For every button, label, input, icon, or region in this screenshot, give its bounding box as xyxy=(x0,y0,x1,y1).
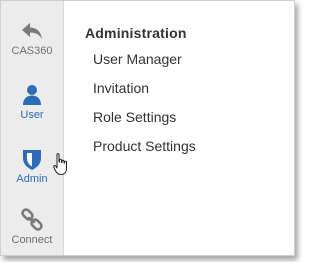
menu-item-invitation[interactable]: Invitation xyxy=(85,79,285,108)
sidebar-item-user[interactable]: User xyxy=(1,83,63,121)
menu-item-user-manager[interactable]: User Manager xyxy=(85,50,285,79)
hand-pointer-icon xyxy=(53,152,69,176)
admin-menu: Administration User Manager Invitation R… xyxy=(85,25,285,166)
sidebar-item-label: User xyxy=(20,109,44,121)
shield-icon xyxy=(20,147,44,171)
sidebar: CAS360 User Admin Connect xyxy=(1,1,64,255)
page-title: Administration xyxy=(85,25,187,41)
user-icon xyxy=(20,83,44,107)
back-arrow-icon xyxy=(20,19,44,43)
sidebar-item-connect[interactable]: Connect xyxy=(1,208,63,246)
menu-item-product-settings[interactable]: Product Settings xyxy=(85,137,285,166)
link-icon xyxy=(20,208,44,232)
sidebar-item-label: Connect xyxy=(11,234,53,246)
admin-menu-panel: CAS360 User Admin Connect Administration… xyxy=(0,0,295,256)
sidebar-item-cas360[interactable]: CAS360 xyxy=(1,19,63,57)
sidebar-item-label: CAS360 xyxy=(11,45,53,57)
menu-item-role-settings[interactable]: Role Settings xyxy=(85,108,285,137)
